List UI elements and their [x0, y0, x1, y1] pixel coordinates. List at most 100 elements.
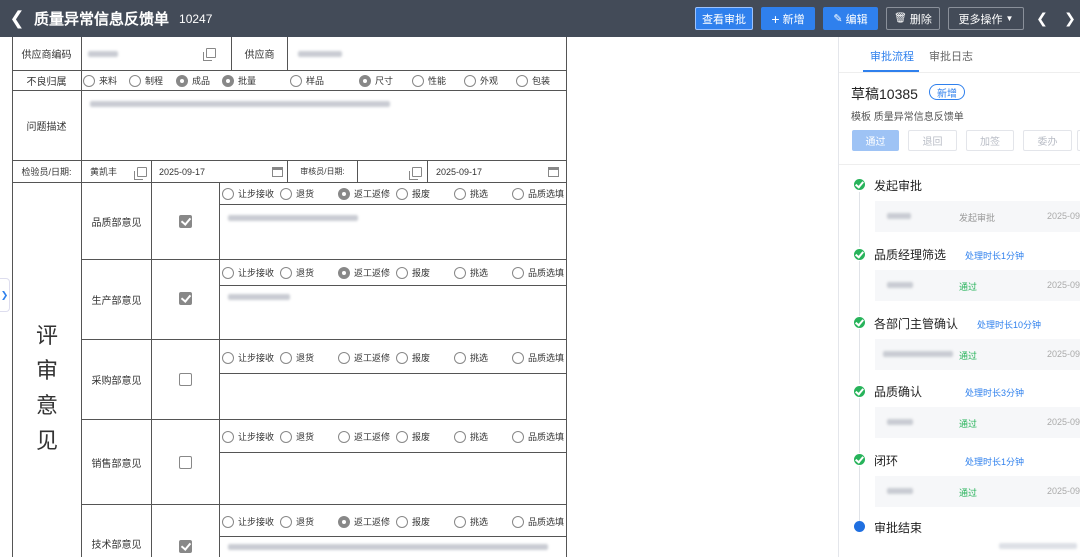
back-arrow-icon[interactable]: ❮ — [2, 8, 32, 29]
radio-return[interactable]: 退货 — [280, 187, 314, 200]
next-record-icon[interactable]: ❯ — [1058, 7, 1080, 30]
radio-quality-fill[interactable]: 品质选填 — [512, 351, 564, 364]
radio-packaging[interactable]: 包装 — [516, 74, 550, 87]
radio-scrap[interactable]: 报废 — [396, 266, 430, 279]
approve-button[interactable]: 通过 — [852, 130, 899, 151]
delegate-button[interactable]: 委办 — [1023, 130, 1072, 151]
dept-quality-check-cell — [152, 183, 220, 260]
copy-icon[interactable] — [134, 167, 147, 180]
feedback-form: 供应商编码 供应商 不良归属 来料 制程 成品 批量 样品 尺寸 性能 外观 包… — [12, 37, 567, 557]
supplier-code-field[interactable] — [82, 37, 232, 71]
reviewer-name-field[interactable] — [358, 161, 428, 183]
review-section-label: 评 审 意 见 — [12, 183, 82, 557]
step-complete-icon — [854, 386, 865, 397]
radio-concession[interactable]: 让步接收 — [222, 430, 274, 443]
inspector-label: 检验员/日期: — [12, 161, 82, 183]
radio-concession[interactable]: 让步接收 — [222, 266, 274, 279]
add-signer-button[interactable]: 加签 — [966, 130, 1014, 151]
step-title: 各部门主管确认 — [874, 317, 959, 331]
dept-production-opinion-field[interactable] — [220, 286, 567, 340]
radio-sort[interactable]: 挑选 — [454, 515, 488, 528]
trash-icon: 🗑 — [894, 13, 907, 24]
radio-incoming[interactable]: 来料 — [83, 74, 117, 87]
radio-sort[interactable]: 挑选 — [454, 266, 488, 279]
dept-sales-opinion-field[interactable] — [220, 453, 567, 505]
radio-sort[interactable]: 挑选 — [454, 187, 488, 200]
approval-panel: 审批流程 审批日志 草稿10385 新增 模板 质量异常信息反馈单 通过 退回 … — [838, 37, 1080, 557]
dept-quality-options: 让步接收 退货 返工返修 报废 挑选 品质选填 — [220, 183, 567, 205]
dept-quality-label: 品质部意见 — [82, 183, 152, 260]
chevron-right-icon: ❯ — [0, 289, 9, 300]
radio-rework[interactable]: 返工返修 — [338, 430, 390, 443]
prev-record-icon[interactable]: ❮ — [1030, 7, 1054, 30]
radio-batch[interactable]: 批量 — [222, 74, 256, 87]
radio-size[interactable]: 尺寸 — [359, 74, 393, 87]
dept-purchasing-opinion-field[interactable] — [220, 374, 567, 420]
radio-concession[interactable]: 让步接收 — [222, 351, 274, 364]
inspector-name-field[interactable]: 黄凯丰 — [82, 161, 152, 183]
radio-appearance[interactable]: 外观 — [464, 74, 498, 87]
calendar-icon[interactable] — [548, 167, 559, 177]
radio-quality-fill[interactable]: 品质选填 — [512, 187, 564, 200]
dept-quality-checkbox[interactable] — [179, 215, 192, 228]
edit-button[interactable]: ✎ 编辑 — [823, 7, 878, 30]
radio-performance[interactable]: 性能 — [412, 74, 446, 87]
radio-rework[interactable]: 返工返修 — [338, 515, 390, 528]
plus-icon: + — [771, 10, 780, 27]
radio-concession[interactable]: 让步接收 — [222, 515, 274, 528]
inspector-date-field[interactable]: 2025-09-17 — [152, 161, 288, 183]
radio-rework[interactable]: 返工返修 — [338, 187, 390, 200]
supplier-field[interactable] — [288, 37, 567, 71]
dept-purchasing-checkbox[interactable] — [179, 373, 192, 386]
dept-purchasing-options: 让步接收 退货 返工返修 报废 挑选 品质选填 — [220, 340, 567, 374]
radio-sample[interactable]: 样品 — [290, 74, 324, 87]
dept-quality-opinion-field[interactable] — [220, 205, 567, 260]
problem-description-field[interactable] — [82, 91, 567, 161]
radio-return[interactable]: 退货 — [280, 351, 314, 364]
tab-approval-log[interactable]: 审批日志 — [929, 48, 973, 64]
radio-return[interactable]: 退货 — [280, 515, 314, 528]
copy-icon[interactable] — [409, 167, 422, 180]
calendar-icon[interactable] — [272, 167, 283, 177]
redacted-text — [228, 294, 290, 300]
step-title: 发起审批 — [874, 179, 923, 193]
add-button[interactable]: + 新增 — [761, 7, 815, 30]
redacted-text — [88, 50, 118, 57]
dept-technical-opinion-field[interactable] — [220, 537, 567, 557]
radio-quality-fill[interactable]: 品质选填 — [512, 266, 564, 279]
radio-scrap[interactable]: 报废 — [396, 430, 430, 443]
radio-return[interactable]: 退货 — [280, 430, 314, 443]
radio-process[interactable]: 制程 — [129, 74, 163, 87]
step-duration: 处理时长10分钟 — [977, 320, 1042, 330]
radio-quality-fill[interactable]: 品质选填 — [512, 515, 564, 528]
dept-purchasing-check-cell — [152, 340, 220, 420]
radio-rework[interactable]: 返工返修 — [338, 266, 390, 279]
dept-sales-checkbox[interactable] — [179, 456, 192, 469]
radio-quality-fill[interactable]: 品质选填 — [512, 430, 564, 443]
radio-scrap[interactable]: 报废 — [396, 515, 430, 528]
template-name: 模板 质量异常信息反馈单 — [851, 112, 964, 123]
reviewer-date-field[interactable]: 2025-09-17 — [428, 161, 567, 183]
step-record: 发起审批 2025-09 — [875, 201, 1080, 232]
radio-return[interactable]: 退货 — [280, 266, 314, 279]
redacted-text — [887, 419, 913, 425]
dept-production-checkbox[interactable] — [179, 292, 192, 305]
copy-icon[interactable] — [203, 48, 216, 61]
return-button[interactable]: 退回 — [908, 130, 957, 151]
radio-rework[interactable]: 返工返修 — [338, 351, 390, 364]
radio-sort[interactable]: 挑选 — [454, 351, 488, 364]
radio-scrap[interactable]: 报废 — [396, 187, 430, 200]
radio-concession[interactable]: 让步接收 — [222, 187, 274, 200]
supplier-label: 供应商 — [232, 37, 288, 71]
dept-technical-checkbox[interactable] — [179, 540, 192, 553]
radio-scrap[interactable]: 报废 — [396, 351, 430, 364]
tab-approval-flow[interactable]: 审批流程 — [870, 48, 914, 64]
radio-sort[interactable]: 挑选 — [454, 430, 488, 443]
more-actions-button[interactable]: 更多操作 ▼ — [948, 7, 1024, 30]
dept-technical-options: 让步接收 退货 返工返修 报废 挑选 品质选填 — [220, 505, 567, 537]
delete-button[interactable]: 🗑 删除 — [886, 7, 940, 30]
radio-finished[interactable]: 成品 — [176, 74, 210, 87]
dept-technical-label: 技术部意见 — [82, 505, 152, 557]
expand-sidebar-handle[interactable]: ❯ — [0, 278, 10, 312]
view-approval-button[interactable]: 查看审批 — [695, 7, 753, 30]
